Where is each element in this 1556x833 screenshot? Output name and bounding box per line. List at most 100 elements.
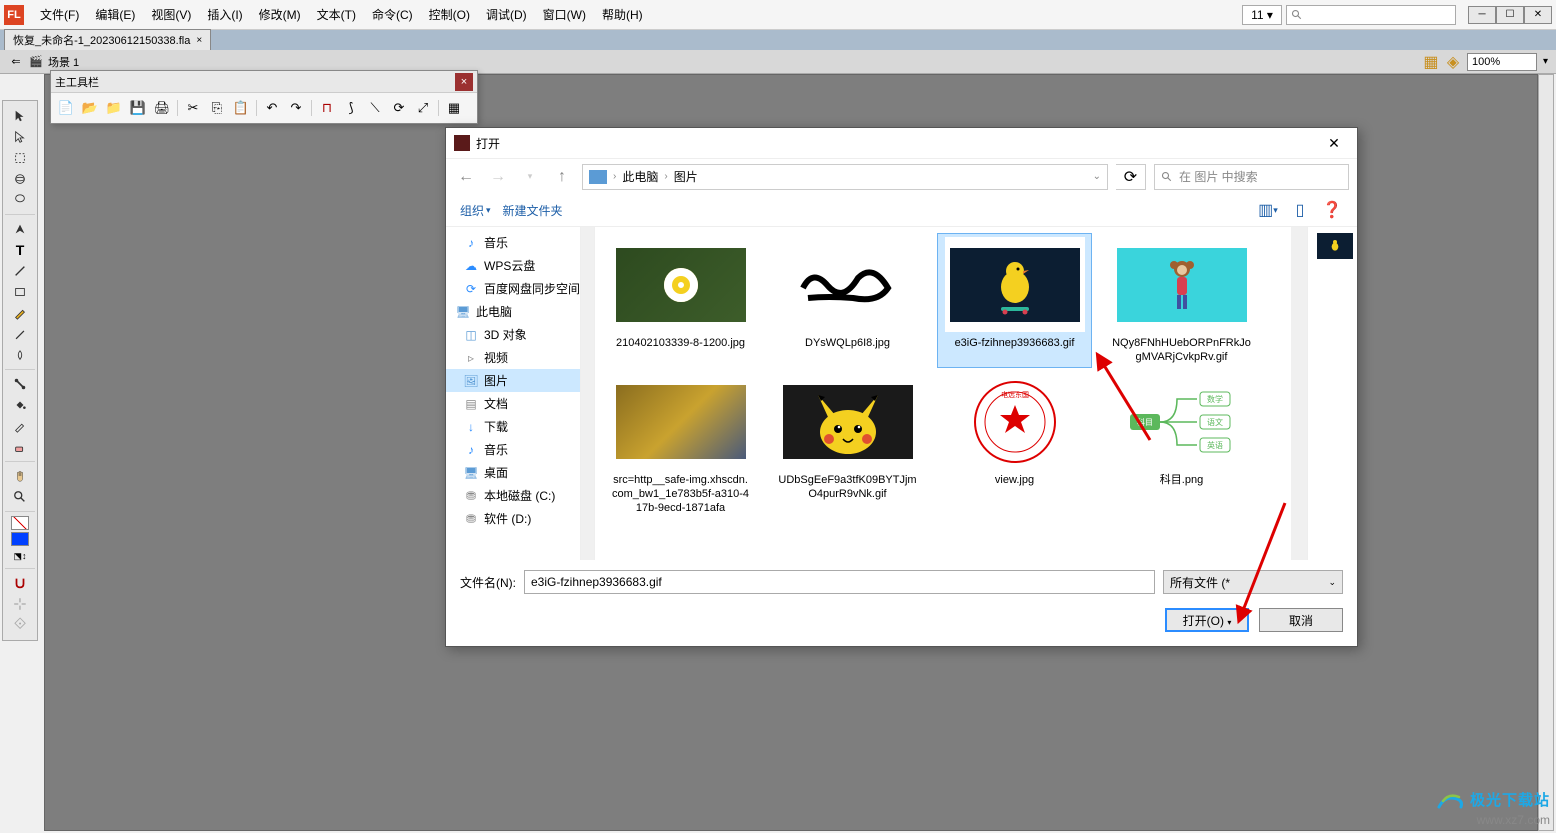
deco-tool[interactable] xyxy=(3,345,37,365)
help-button[interactable]: ❓ xyxy=(1321,199,1343,221)
free-transform-tool[interactable] xyxy=(3,148,37,168)
copy-icon[interactable]: ⎘ xyxy=(208,99,226,117)
menu-insert[interactable]: 插入(I) xyxy=(199,2,250,27)
sidebar-item-drive-c[interactable]: ⛃本地磁盘 (C:) xyxy=(446,484,580,507)
menu-text[interactable]: 文本(T) xyxy=(309,2,364,27)
file-item[interactable]: NQy8FNhHUebORPnFRkJogMVARjCvkpRv.gif xyxy=(1104,233,1259,368)
eyedropper-tool[interactable] xyxy=(3,416,37,436)
open-file-icon[interactable]: 📂 xyxy=(81,99,99,117)
edit-scene-icon[interactable]: ▦ xyxy=(1423,54,1439,70)
minimize-button[interactable]: ─ xyxy=(1468,6,1496,24)
subselection-tool[interactable] xyxy=(3,127,37,147)
breadcrumb-folder[interactable]: 图片 xyxy=(674,168,698,185)
doc-tab-close[interactable]: × xyxy=(196,35,202,46)
sidebar-item-baidu[interactable]: ⟳百度网盘同步空间 xyxy=(446,277,580,300)
rotate-icon[interactable]: ⟳ xyxy=(390,99,408,117)
nav-recent-button[interactable]: ▾ xyxy=(518,165,542,189)
open-button[interactable]: 打开(O) ▾ xyxy=(1165,608,1249,632)
goto-icon[interactable]: 📁 xyxy=(105,99,123,117)
nav-back-button[interactable]: ← xyxy=(454,165,478,189)
menubar-search[interactable] xyxy=(1286,5,1456,25)
file-item[interactable]: 科目数学语文英语 科目.png xyxy=(1104,370,1259,519)
zoom-tool[interactable] xyxy=(3,487,37,507)
organize-button[interactable]: 组织 ▾ xyxy=(460,202,491,219)
doc-tab[interactable]: 恢复_未命名-1_20230612150338.fla × xyxy=(4,29,211,50)
file-item[interactable]: 电远东国 view.jpg xyxy=(937,370,1092,519)
selection-tool[interactable] xyxy=(3,106,37,126)
3d-rotation-tool[interactable] xyxy=(3,169,37,189)
option-tool-1[interactable]: ⊹ xyxy=(3,594,37,614)
sidebar-scrollbar[interactable] xyxy=(581,227,595,560)
sidebar-item-downloads[interactable]: ↓下载 xyxy=(446,415,580,438)
print-icon[interactable]: 🖨 xyxy=(153,99,171,117)
undo-icon[interactable]: ↶ xyxy=(263,99,281,117)
pencil-tool[interactable] xyxy=(3,303,37,323)
file-item[interactable]: 210402103339-8-1200.jpg xyxy=(603,233,758,368)
file-item[interactable]: src=http__safe-img.xhscdn.com_bw1_1e783b… xyxy=(603,370,758,519)
sidebar-item-documents[interactable]: ▤文档 xyxy=(446,392,580,415)
breadcrumb-dropdown[interactable]: ⌄ xyxy=(1093,171,1101,182)
close-button[interactable]: ✕ xyxy=(1524,6,1552,24)
lasso-tool[interactable] xyxy=(3,190,37,210)
menu-modify[interactable]: 修改(M) xyxy=(251,2,309,27)
toolbar-close-button[interactable]: × xyxy=(455,73,473,91)
rectangle-tool[interactable] xyxy=(3,282,37,302)
refresh-button[interactable]: ⟳ xyxy=(1116,164,1146,190)
cut-icon[interactable]: ✂ xyxy=(184,99,202,117)
brush-tool[interactable] xyxy=(3,324,37,344)
back-icon[interactable]: ⇐ xyxy=(8,54,24,70)
sidebar-item-this-pc[interactable]: 🖥此电脑 xyxy=(446,300,580,323)
option-tool-2[interactable]: ⟐ xyxy=(3,615,37,635)
paste-icon[interactable]: 📋 xyxy=(232,99,250,117)
zoom-dropdown[interactable]: ▾ xyxy=(1543,56,1548,67)
breadcrumb-root[interactable]: 此电脑 xyxy=(622,168,658,185)
filename-input[interactable] xyxy=(524,570,1155,594)
menu-control[interactable]: 控制(O) xyxy=(421,2,478,27)
file-item[interactable]: UDbSgEeF9a3tfK09BYTJjmO4purR9vNk.gif xyxy=(770,370,925,519)
menu-edit[interactable]: 编辑(E) xyxy=(87,2,143,27)
sidebar-item-drive-d[interactable]: ⛃软件 (D:) xyxy=(446,507,580,530)
edit-symbols-icon[interactable]: ◈ xyxy=(1445,54,1461,70)
zoom-input[interactable] xyxy=(1467,53,1537,71)
dialog-close-button[interactable]: ✕ xyxy=(1319,131,1349,155)
sidebar-item-music2[interactable]: ♪音乐 xyxy=(446,438,580,461)
maximize-button[interactable]: ☐ xyxy=(1496,6,1524,24)
save-icon[interactable]: 💾 xyxy=(129,99,147,117)
file-item-selected[interactable]: e3iG-fzihnep3936683.gif xyxy=(937,233,1092,368)
filetype-select[interactable]: 所有文件 (*⌄ xyxy=(1163,570,1343,594)
snap-icon[interactable]: ⊓ xyxy=(318,99,336,117)
file-item[interactable]: DYsWQLp6I8.jpg xyxy=(770,233,925,368)
dialog-search-input[interactable]: 在 图片 中搜索 xyxy=(1154,164,1349,190)
pen-tool[interactable] xyxy=(3,219,37,239)
sidebar-item-pictures[interactable]: 🖼图片 xyxy=(446,369,580,392)
bone-tool[interactable] xyxy=(3,374,37,394)
stroke-color[interactable] xyxy=(11,516,29,530)
eraser-tool[interactable] xyxy=(3,437,37,457)
new-file-icon[interactable]: 📄 xyxy=(57,99,75,117)
text-tool[interactable]: T xyxy=(3,240,37,260)
sidebar-item-desktop[interactable]: 🖥桌面 xyxy=(446,461,580,484)
right-scrollbar[interactable] xyxy=(1538,74,1554,831)
sidebar-item-videos[interactable]: ▹视频 xyxy=(446,346,580,369)
swap-colors[interactable]: ⬔↕ xyxy=(3,548,37,564)
file-grid-scrollbar[interactable] xyxy=(1291,227,1307,560)
sidebar-item-music[interactable]: ♪音乐 xyxy=(446,231,580,254)
nav-up-button[interactable]: ↑ xyxy=(550,165,574,189)
menu-view[interactable]: 视图(V) xyxy=(143,2,199,27)
breadcrumb[interactable]: › 此电脑 › 图片 ⌄ xyxy=(582,164,1108,190)
fill-color[interactable] xyxy=(11,532,29,546)
zoom-small-dropdown[interactable]: 11 ▾ xyxy=(1242,5,1282,25)
scale-icon[interactable]: ⤢ xyxy=(414,99,432,117)
menu-file[interactable]: 文件(F) xyxy=(32,2,87,27)
paint-bucket-tool[interactable] xyxy=(3,395,37,415)
menu-window[interactable]: 窗口(W) xyxy=(535,2,594,27)
align-icon[interactable]: ▦ xyxy=(445,99,463,117)
view-mode-button[interactable]: ▥ ▾ xyxy=(1257,199,1279,221)
snap-tool[interactable] xyxy=(3,573,37,593)
menu-help[interactable]: 帮助(H) xyxy=(594,2,651,27)
preview-pane-button[interactable]: ▯ xyxy=(1289,199,1311,221)
hand-tool[interactable] xyxy=(3,466,37,486)
smooth-icon[interactable]: ⟆ xyxy=(342,99,360,117)
line-tool[interactable] xyxy=(3,261,37,281)
new-folder-button[interactable]: 新建文件夹 xyxy=(503,202,563,219)
